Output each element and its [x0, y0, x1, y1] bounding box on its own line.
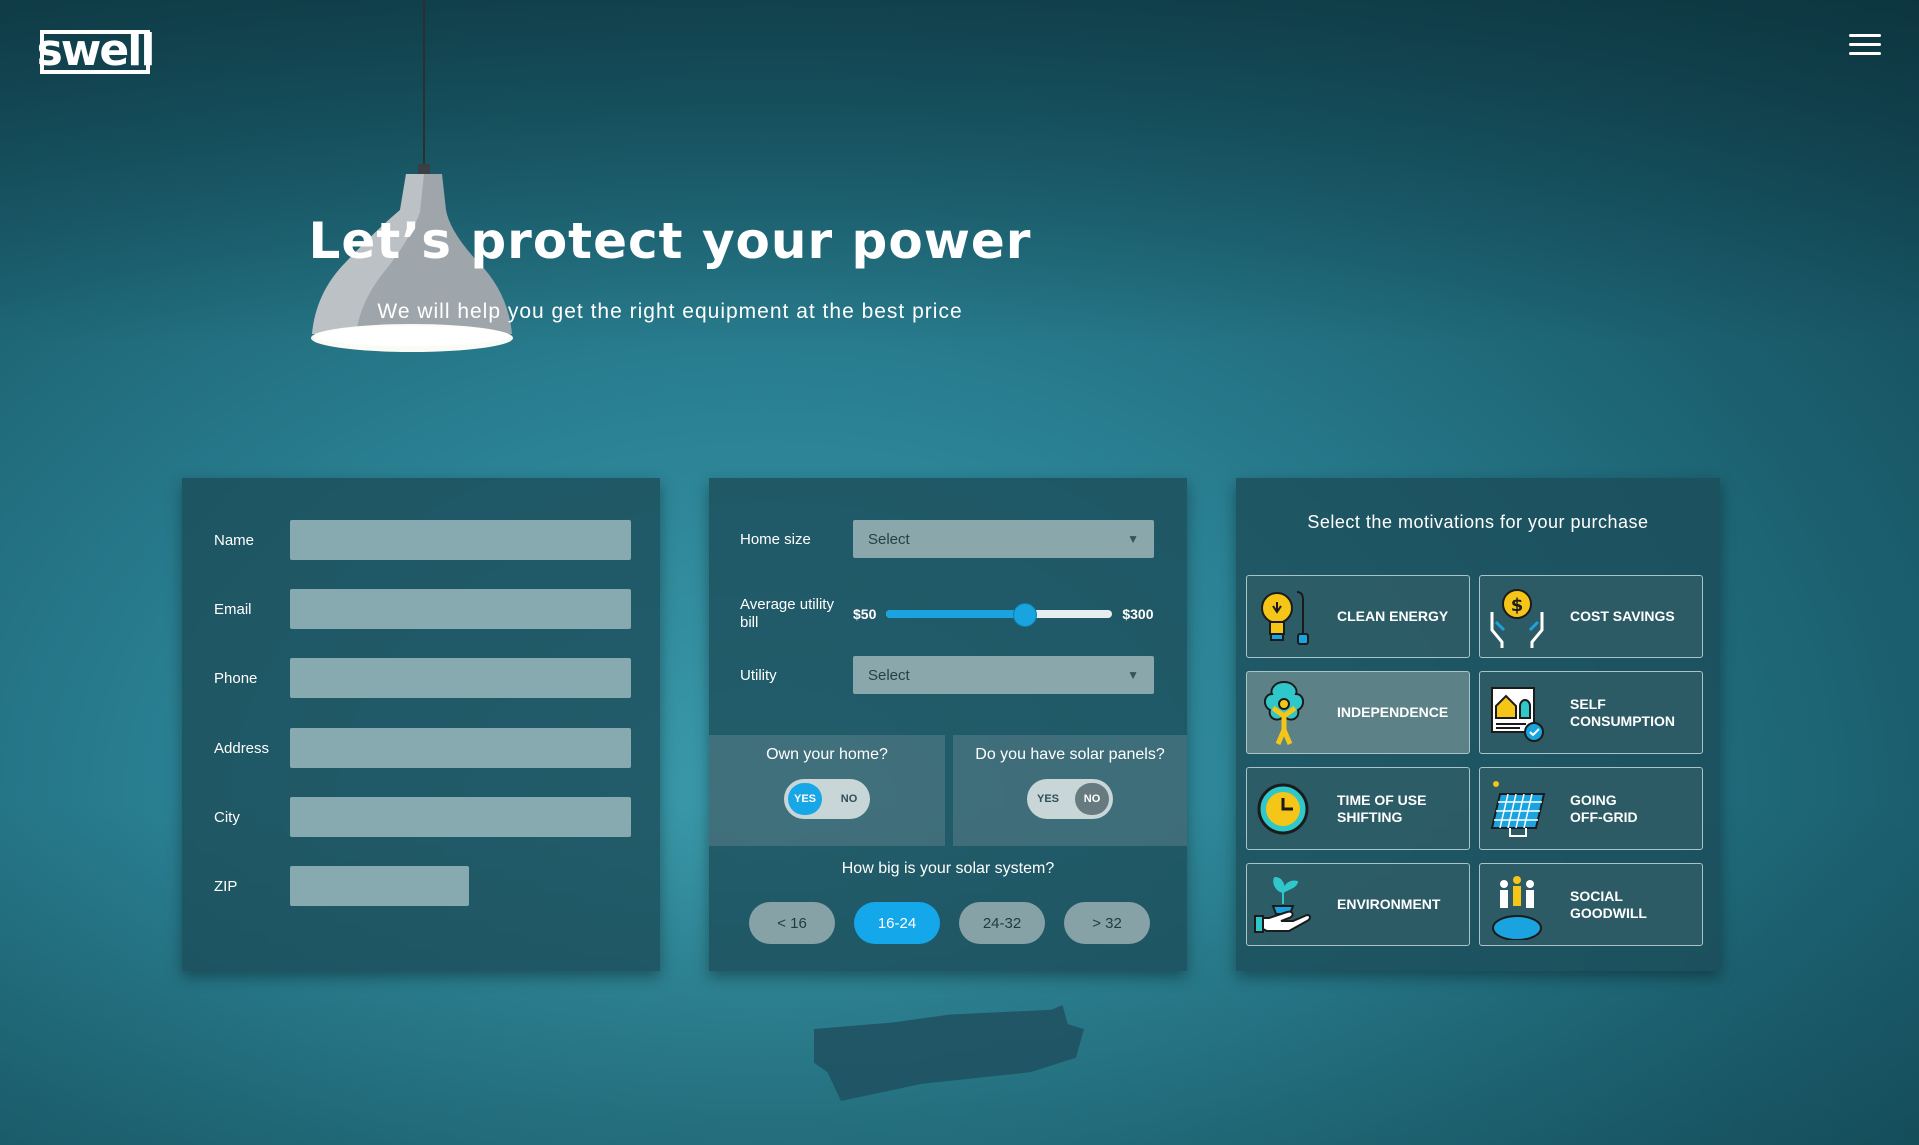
- city-label: City: [214, 808, 240, 826]
- solar-panels-toggle[interactable]: YES NO: [1027, 779, 1113, 819]
- utility-value: Select: [868, 666, 910, 684]
- solar-panels-no-option[interactable]: NO: [1075, 783, 1109, 815]
- own-home-toggle[interactable]: YES NO: [784, 779, 870, 819]
- contact-form-panel: Name Email Phone Address City ZIP: [182, 478, 660, 971]
- name-row: Name: [214, 520, 631, 560]
- zip-row: ZIP: [214, 866, 469, 906]
- size-option-under-16[interactable]: < 16: [749, 902, 835, 944]
- system-size-question: How big is your solar system?: [841, 860, 1055, 877]
- solar-panel-icon: [1490, 780, 1546, 837]
- name-input[interactable]: [290, 520, 631, 560]
- motivations-title: Select the motivations for your purchase: [1307, 512, 1649, 532]
- own-home-label: Own your home?: [766, 746, 888, 763]
- motivation-independence[interactable]: INDEPENDENCE: [1246, 671, 1470, 754]
- home-size-row: Home size Select ▼: [740, 520, 1154, 558]
- dropdown-caret-icon: ▼: [1127, 532, 1139, 546]
- size-option-16-24[interactable]: 16-24: [854, 902, 940, 944]
- utility-label: Utility: [740, 666, 777, 684]
- motivation-label: ENVIRONMENT: [1337, 896, 1441, 912]
- motivation-environment[interactable]: ENVIRONMENT: [1246, 863, 1470, 946]
- own-home-yes-option[interactable]: YES: [788, 783, 822, 815]
- motivation-cost-savings[interactable]: $ COST SAVINGS: [1479, 575, 1703, 658]
- home-size-value: Select: [868, 530, 910, 548]
- solar-panels-label: Do you have solar panels?: [975, 746, 1165, 763]
- email-row: Email: [214, 589, 631, 629]
- motivation-label: SOCIAL GOODWILL: [1570, 887, 1647, 921]
- email-input[interactable]: [290, 589, 631, 629]
- size-option-over-32[interactable]: > 32: [1064, 902, 1150, 944]
- lightbulb-plug-icon: [1261, 590, 1309, 645]
- hand-plant-icon: [1254, 876, 1311, 933]
- solar-panels-question: Do you have solar panels? YES NO: [953, 735, 1187, 846]
- utility-bill-label: Average utility bill: [740, 596, 834, 631]
- name-label: Name: [214, 531, 255, 549]
- size-option-24-32[interactable]: 24-32: [959, 902, 1045, 944]
- phone-label: Phone: [214, 669, 258, 687]
- background-shadow-shape: [814, 1005, 1084, 1101]
- person-tree-icon: [1264, 680, 1304, 745]
- house-document-check-icon: [1491, 686, 1544, 742]
- zip-label: ZIP: [214, 877, 238, 895]
- motivation-label: GOING OFF-GRID: [1570, 791, 1638, 825]
- slider-fill: [886, 610, 1025, 618]
- people-globe-icon: [1492, 875, 1542, 940]
- motivation-social-goodwill[interactable]: SOCIAL GOODWILL: [1479, 863, 1703, 946]
- utility-bill-slider[interactable]: [886, 603, 1113, 627]
- dropdown-caret-icon: ▼: [1127, 668, 1139, 682]
- motivations-grid: CLEAN ENERGY $ COST SAVINGS INDEPENDENCE: [1246, 575, 1703, 946]
- motivation-label: INDEPENDENCE: [1337, 704, 1449, 720]
- system-size-options: < 16 16-24 24-32 > 32: [749, 902, 1150, 944]
- swell-logo[interactable]: swell: [37, 29, 155, 74]
- own-home-question: Own your home? YES NO: [709, 735, 945, 846]
- zip-input[interactable]: [290, 866, 469, 906]
- utility-select[interactable]: Select ▼: [853, 656, 1154, 694]
- motivation-clean-energy[interactable]: CLEAN ENERGY: [1246, 575, 1470, 658]
- hamburger-menu-icon[interactable]: [1849, 34, 1881, 56]
- motivation-label: SELF CONSUMPTION: [1570, 695, 1675, 729]
- home-size-select[interactable]: Select ▼: [853, 520, 1154, 558]
- address-row: Address: [214, 728, 631, 768]
- own-home-no-option[interactable]: NO: [832, 783, 866, 815]
- phone-input[interactable]: [290, 658, 631, 698]
- hands-dollar-coin-icon: $: [1490, 588, 1544, 648]
- motivation-label: TIME OF USE SHIFTING: [1337, 791, 1427, 825]
- hero-title: Let’s protect your power: [308, 212, 1032, 270]
- city-input[interactable]: [290, 797, 631, 837]
- solar-panels-yes-option[interactable]: YES: [1031, 783, 1065, 815]
- utility-row: Utility Select ▼: [740, 656, 1154, 694]
- address-input[interactable]: [290, 728, 631, 768]
- utility-bill-max: $300: [1122, 606, 1154, 622]
- address-label: Address: [214, 739, 270, 757]
- motivations-panel: Select the motivations for your purchase…: [1236, 478, 1720, 971]
- motivation-label: CLEAN ENERGY: [1337, 608, 1449, 624]
- city-row: City: [214, 797, 631, 837]
- home-details-panel: Home size Select ▼ Average utility bill …: [709, 478, 1187, 971]
- home-size-label: Home size: [740, 530, 811, 548]
- motivation-label: COST SAVINGS: [1570, 608, 1675, 624]
- utility-bill-row: Average utility bill $50 $300: [740, 596, 1154, 632]
- email-label: Email: [214, 600, 252, 618]
- motivation-self-consumption[interactable]: SELF CONSUMPTION: [1479, 671, 1703, 754]
- svg-text:$: $: [1511, 595, 1524, 616]
- hero-subtitle: We will help you get the right equipment…: [377, 300, 963, 323]
- phone-row: Phone: [214, 658, 631, 698]
- motivation-time-of-use[interactable]: TIME OF USE SHIFTING: [1246, 767, 1470, 850]
- slider-handle[interactable]: [1013, 603, 1038, 627]
- motivation-going-off-grid[interactable]: GOING OFF-GRID: [1479, 767, 1703, 850]
- clock-icon: [1257, 783, 1309, 834]
- utility-bill-min: $50: [853, 606, 877, 622]
